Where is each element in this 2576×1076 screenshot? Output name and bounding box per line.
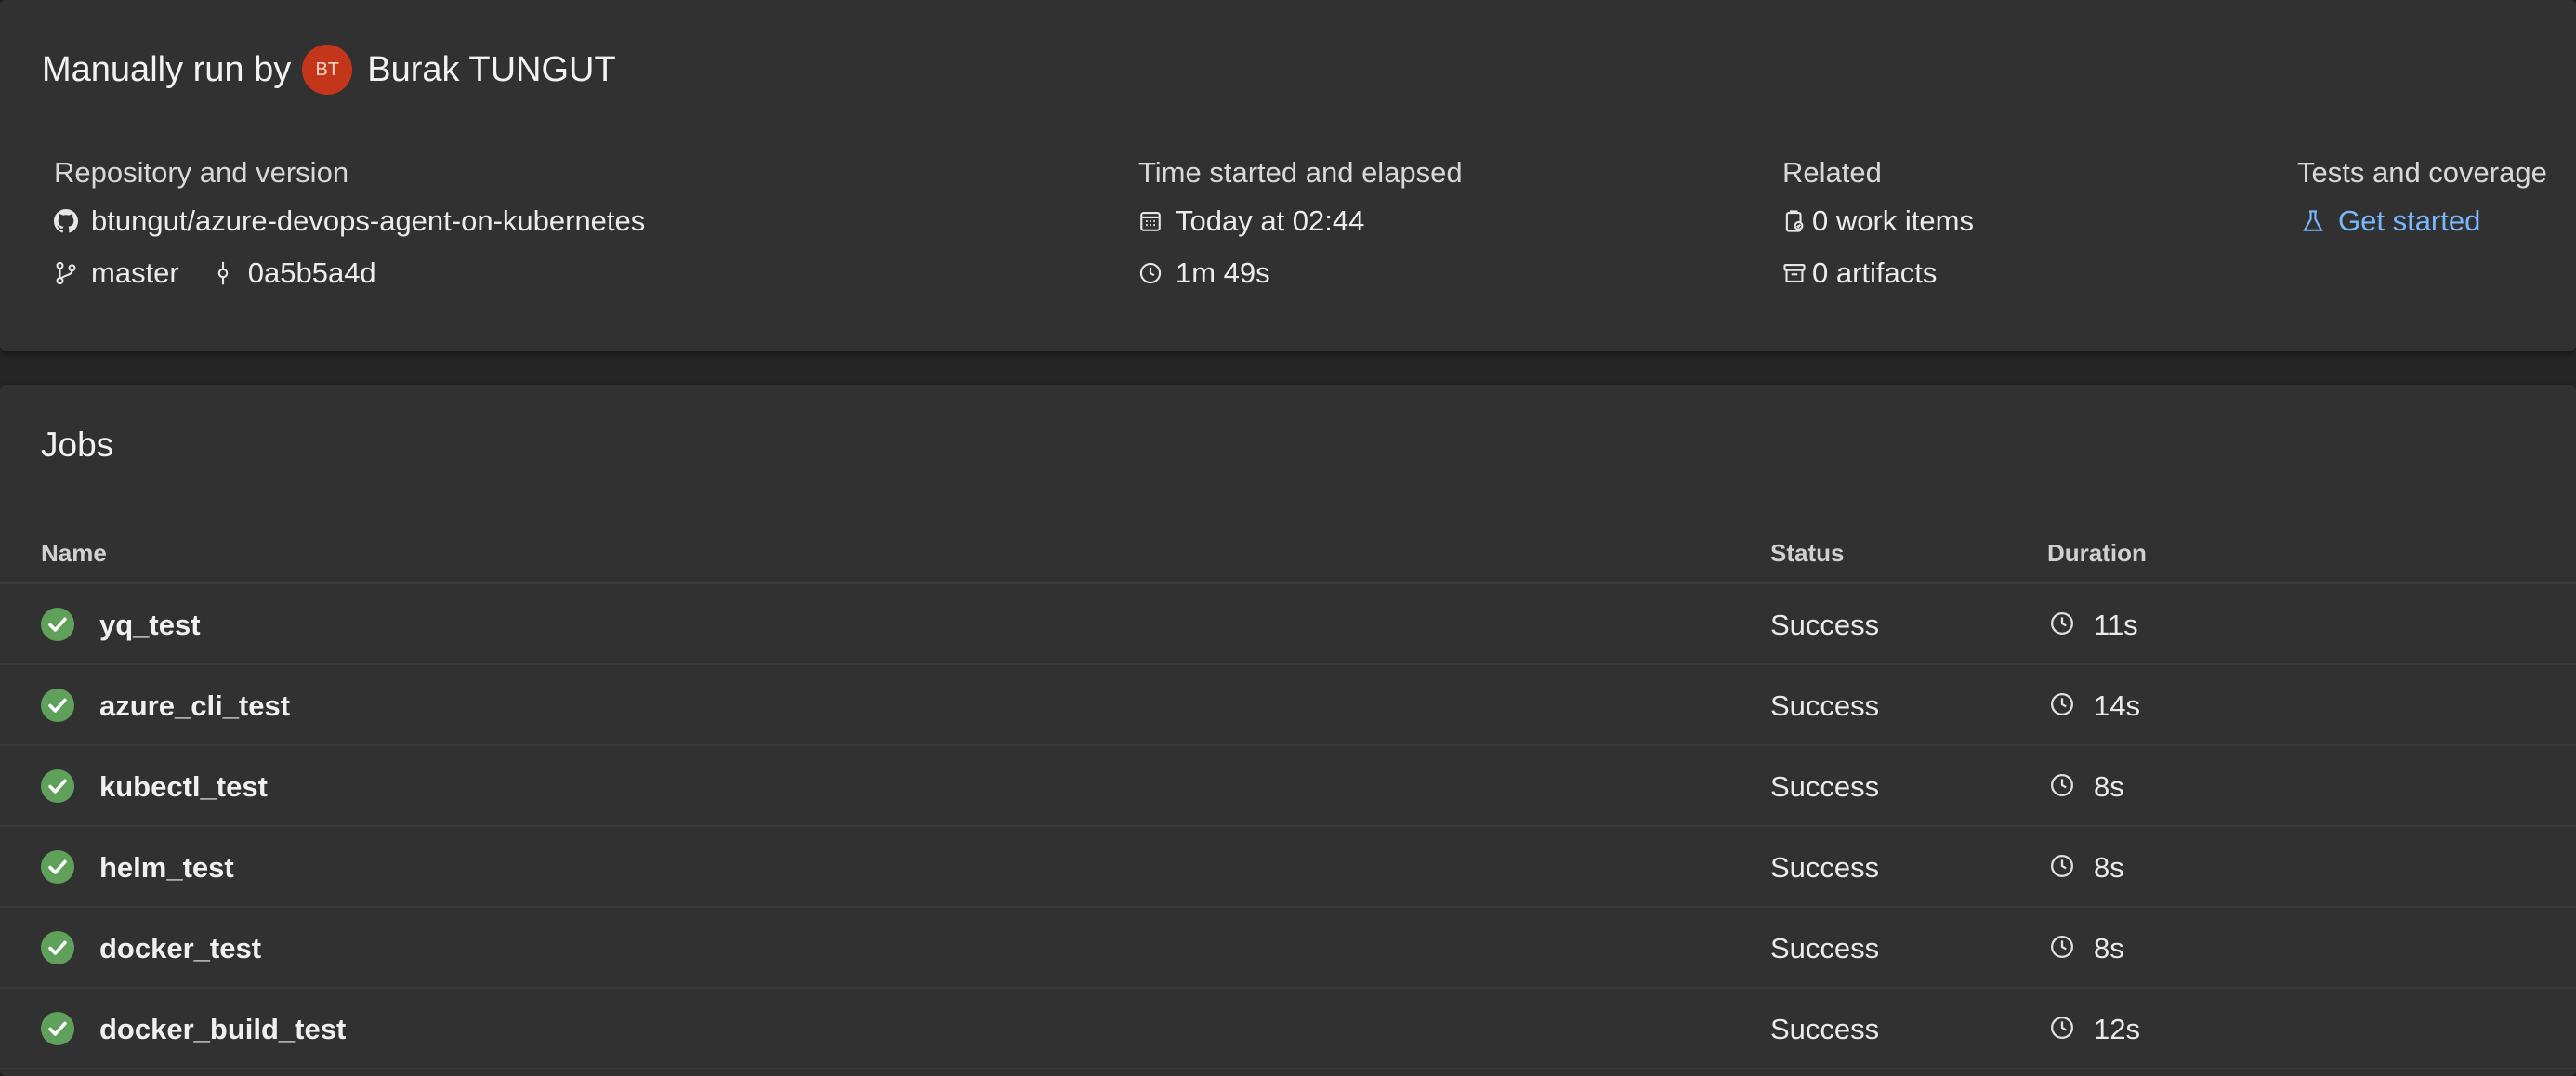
job-duration: 11s xyxy=(2094,609,2138,641)
calendar-icon xyxy=(1138,209,1163,233)
job-name: yq_test xyxy=(99,609,201,641)
job-status: Success xyxy=(1770,851,1880,884)
get-started-label: Get started xyxy=(2338,204,2481,237)
job-name: azure_cli_test xyxy=(99,689,291,722)
branch-name[interactable]: master xyxy=(91,256,179,290)
success-check-icon xyxy=(41,931,74,964)
jobs-card: Jobs Name Status Duration yq_test Success… xyxy=(0,385,2576,1076)
beaker-icon xyxy=(2301,209,2325,233)
clock-icon xyxy=(2049,772,2075,798)
success-check-icon xyxy=(41,769,74,803)
job-duration: 8s xyxy=(2094,932,2124,964)
github-icon xyxy=(54,209,78,233)
repository-name: btungut/azure-devops-agent-on-kubernetes xyxy=(91,204,646,237)
tests-section: Tests and coverage Get started xyxy=(2297,151,2547,247)
column-header-status: Status xyxy=(1770,539,1845,567)
repository-link[interactable]: btungut/azure-devops-agent-on-kubernetes xyxy=(54,195,645,247)
header-divider xyxy=(0,582,2576,584)
run-title: Manually run by BT Burak TUNGUT xyxy=(42,41,616,98)
commit-icon xyxy=(211,261,235,285)
job-row[interactable]: docker_test Success 8s xyxy=(0,908,2576,989)
artifacts-count: 0 artifacts xyxy=(1812,256,1938,289)
elapsed-time: 1m 49s xyxy=(1176,256,1270,289)
clock-icon xyxy=(1138,261,1163,285)
branch-icon xyxy=(54,261,78,285)
success-check-icon xyxy=(41,608,74,641)
time-section: Time started and elapsed Today at 02:44 … xyxy=(1138,151,1463,299)
clock-icon xyxy=(2049,610,2075,636)
job-status: Success xyxy=(1770,932,1880,964)
job-status: Success xyxy=(1770,689,1880,722)
user-name[interactable]: Burak TUNGUT xyxy=(367,50,615,90)
repository-section: Repository and version btungut/azure-dev… xyxy=(54,151,645,299)
get-started-link[interactable]: Get started xyxy=(2297,195,2547,247)
job-duration: 8s xyxy=(2094,770,2124,803)
job-status: Success xyxy=(1770,609,1880,641)
job-duration: 14s xyxy=(2094,689,2140,722)
work-items-icon xyxy=(1782,209,1807,233)
jobs-title: Jobs xyxy=(41,426,114,464)
run-prefix: Manually run by xyxy=(42,49,292,89)
job-row[interactable]: helm_test Success 8s xyxy=(0,827,2576,908)
run-summary-card: Manually run by BT Burak TUNGUT Reposito… xyxy=(0,0,2576,351)
clock-icon xyxy=(2049,691,2075,717)
clock-icon xyxy=(2049,853,2075,879)
started-line: Today at 02:44 xyxy=(1138,195,1463,247)
elapsed-line: 1m 49s xyxy=(1138,247,1463,299)
job-row[interactable]: azure_cli_test Success 14s xyxy=(0,665,2576,746)
artifacts-icon xyxy=(1782,261,1807,285)
job-name: helm_test xyxy=(99,851,234,884)
time-heading: Time started and elapsed xyxy=(1138,156,1463,189)
commit-hash[interactable]: 0a5b5a4d xyxy=(248,256,376,290)
repository-heading: Repository and version xyxy=(54,156,349,189)
job-duration: 8s xyxy=(2094,851,2124,884)
job-duration: 12s xyxy=(2094,1013,2140,1045)
started-time: Today at 02:44 xyxy=(1176,204,1365,237)
success-check-icon xyxy=(41,689,74,722)
success-check-icon xyxy=(41,1012,74,1045)
job-name: kubectl_test xyxy=(99,770,268,803)
work-items-link[interactable]: 0 work items xyxy=(1782,195,1974,247)
tests-heading: Tests and coverage xyxy=(2297,156,2547,189)
work-items-count: 0 work items xyxy=(1812,204,1974,237)
success-check-icon xyxy=(41,850,74,884)
job-status: Success xyxy=(1770,770,1880,803)
job-name: docker_test xyxy=(99,932,262,964)
related-heading: Related xyxy=(1782,156,1882,189)
column-header-name: Name xyxy=(41,539,107,567)
job-row[interactable]: docker_build_test Success 12s xyxy=(0,989,2576,1069)
column-header-duration: Duration xyxy=(2047,539,2147,567)
artifacts-link[interactable]: 0 artifacts xyxy=(1782,247,1974,299)
job-row[interactable]: yq_test Success 11s xyxy=(0,584,2576,665)
clock-icon xyxy=(2049,934,2075,960)
clock-icon xyxy=(2049,1015,2075,1041)
job-name: docker_build_test xyxy=(99,1013,347,1045)
related-section: Related 0 work items 0 artifacts xyxy=(1782,151,1974,299)
version-line: master 0a5b5a4d xyxy=(54,247,645,299)
job-row[interactable]: kubectl_test Success 8s xyxy=(0,746,2576,827)
avatar[interactable]: BT xyxy=(302,45,353,95)
job-status: Success xyxy=(1770,1013,1880,1045)
